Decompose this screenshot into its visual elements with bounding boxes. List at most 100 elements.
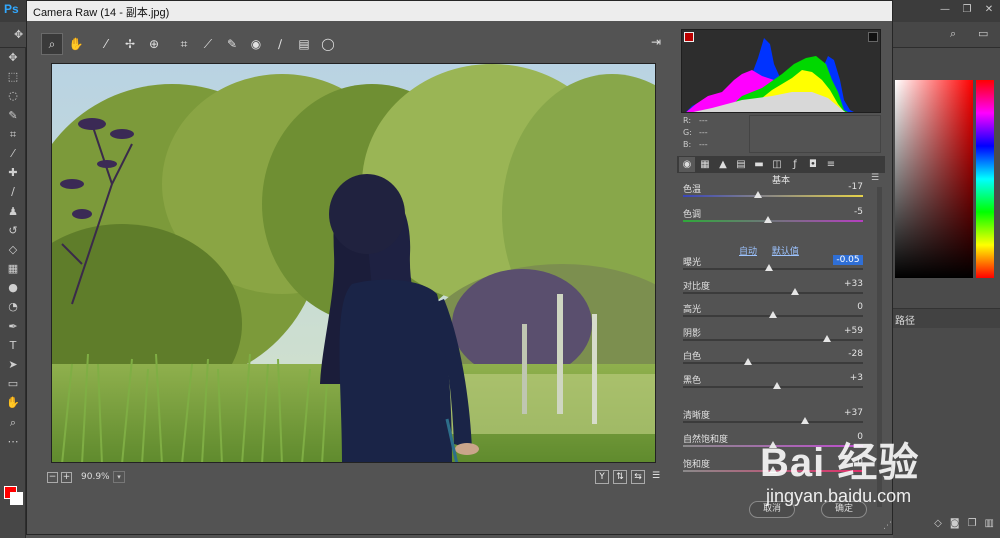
highlight-clipping-warning[interactable] (868, 32, 878, 42)
slider-track[interactable] (683, 362, 863, 364)
marquee-tool-icon[interactable]: ⬚ (0, 67, 26, 86)
slider-track[interactable] (683, 421, 863, 423)
brush-tool-icon[interactable]: ∕ (0, 182, 26, 201)
auto-link[interactable]: 自动 (739, 247, 757, 257)
eraser-tool-icon[interactable]: ◇ (0, 240, 26, 259)
zoom-tool-icon[interactable]: ⌕ (41, 33, 63, 55)
slider-value[interactable]: +37 (833, 408, 863, 418)
tab-detail-icon[interactable]: ▲ (715, 157, 731, 172)
r-label: R: (683, 116, 692, 125)
adjustment-brush-icon[interactable]: ∕ (269, 33, 291, 55)
tab-tone-curve-icon[interactable]: ▦ (697, 157, 713, 172)
stamp-tool-icon[interactable]: ♟ (0, 202, 26, 221)
hand-tool-icon[interactable]: ✋ (0, 393, 26, 412)
red-eye-tool-icon[interactable]: ◉ (245, 33, 267, 55)
shape-tool-icon[interactable]: ▭ (0, 374, 26, 393)
hue-slider[interactable] (976, 80, 994, 278)
pen-tool-icon[interactable]: ✒ (0, 317, 26, 336)
slider-value[interactable]: +33 (833, 279, 863, 289)
camera-raw-toolbar: ⌕ ✋ ⁄ ✢ ⊕ ⌗ ⟋ ✎ ◉ ∕ ▤ ◯ (41, 31, 671, 57)
tab-camera-calibration-icon[interactable]: ◘ (805, 157, 821, 172)
preview-preferences-icon[interactable]: ☰ (649, 470, 663, 484)
slider-clarity: 清晰度 +37 (683, 408, 863, 430)
auto-default-row: 自动 默认值 (739, 244, 811, 257)
color-sampler-tool-icon[interactable]: ✢ (119, 33, 141, 55)
history-brush-icon[interactable]: ↺ (0, 221, 26, 240)
close-app-button[interactable]: ✕ (978, 3, 1000, 17)
lasso-tool-icon[interactable]: ◌ (0, 86, 26, 105)
slider-value[interactable]: 0 (833, 302, 863, 312)
more-tools-icon[interactable]: ⋯ (0, 432, 26, 451)
tab-hsl-icon[interactable]: ▤ (733, 157, 749, 172)
move-tool-icon[interactable]: ✥ (0, 48, 26, 67)
tab-split-toning-icon[interactable]: ▬ (751, 157, 767, 172)
restore-button[interactable]: ❐ (956, 3, 978, 17)
white-balance-tool-icon[interactable]: ⁄ (95, 33, 117, 55)
slider-handle[interactable] (801, 417, 810, 424)
slider-value[interactable]: -0.05 (833, 255, 863, 265)
slider-track[interactable] (683, 339, 863, 341)
slider-value[interactable]: +3 (833, 373, 863, 383)
zoom-in-button[interactable]: + (61, 472, 72, 483)
eyedropper-tool-icon[interactable]: ⁄ (0, 144, 26, 163)
healing-tool-icon[interactable]: ✚ (0, 163, 26, 182)
tab-basic-icon[interactable]: ◉ (679, 157, 695, 172)
slider-value[interactable]: -5 (833, 207, 863, 217)
search-icon[interactable]: ⌕ (950, 27, 956, 41)
slider-label: 黑色 (683, 376, 702, 386)
preview-image[interactable] (51, 63, 656, 463)
slider-track[interactable] (683, 292, 863, 294)
hand-tool-icon[interactable]: ✋ (65, 33, 87, 55)
open-preferences-icon[interactable]: ⇥ (647, 35, 665, 53)
workspace-icon[interactable]: ▭ (978, 27, 988, 40)
histogram (681, 29, 881, 113)
tab-presets-icon[interactable]: ≡ (823, 157, 839, 172)
slider-handle[interactable] (790, 288, 799, 295)
g-value: --- (699, 128, 708, 137)
paths-panel-tab[interactable]: 路径 (893, 308, 1000, 328)
crop-tool-icon[interactable]: ⌗ (173, 33, 195, 55)
watermark-logo: Bai 经验 (760, 441, 920, 485)
zoom-dropdown[interactable]: ▾ (113, 471, 125, 483)
swap-settings-icon[interactable]: ⇅ (613, 470, 627, 484)
slider-track[interactable] (683, 220, 863, 222)
slider-handle[interactable] (763, 216, 772, 223)
slider-handle[interactable] (743, 358, 752, 365)
graduated-filter-icon[interactable]: ▤ (293, 33, 315, 55)
color-picker-field[interactable] (895, 80, 973, 278)
gradient-tool-icon[interactable]: ▦ (0, 259, 26, 278)
rgb-readout: R: --- G: --- B: --- (683, 115, 743, 151)
slider-handle[interactable] (823, 335, 831, 342)
shadow-clipping-warning[interactable] (684, 32, 694, 42)
slider-handle[interactable] (753, 191, 762, 198)
radial-filter-icon[interactable]: ◯ (317, 33, 339, 55)
move-tool-icon[interactable]: ✥ (14, 28, 23, 41)
slider-handle[interactable] (772, 382, 781, 389)
background-color-swatch[interactable] (10, 492, 23, 505)
tab-lens-corrections-icon[interactable]: ◫ (769, 157, 785, 172)
minimize-button[interactable]: — (934, 3, 956, 17)
slider-value[interactable]: -28 (833, 349, 863, 359)
straighten-tool-icon[interactable]: ⟋ (197, 33, 219, 55)
spot-removal-tool-icon[interactable]: ✎ (221, 33, 243, 55)
zoom-out-button[interactable]: − (47, 472, 58, 483)
zoom-tool-icon[interactable]: ⌕ (0, 413, 26, 432)
crop-tool-icon[interactable]: ⌗ (0, 125, 26, 144)
copy-settings-icon[interactable]: ⇆ (631, 470, 645, 484)
slider-handle[interactable] (765, 264, 774, 271)
type-tool-icon[interactable]: T (0, 336, 26, 355)
tab-effects-icon[interactable]: ƒ (787, 157, 803, 172)
panel-menu-icon[interactable]: ☰ (871, 173, 879, 183)
blur-tool-icon[interactable]: ● (0, 278, 26, 297)
quick-select-tool-icon[interactable]: ✎ (0, 106, 26, 125)
slider-value[interactable]: +59 (833, 326, 863, 336)
slider-value[interactable]: -17 (833, 182, 863, 192)
dodge-tool-icon[interactable]: ◔ (0, 297, 26, 316)
path-select-tool-icon[interactable]: ➤ (0, 355, 26, 374)
default-link[interactable]: 默认值 (772, 247, 799, 257)
status-bar: − + 90.9% ▾ Y ⇅ ⇆ ☰ (41, 469, 671, 487)
slider-handle[interactable] (769, 311, 777, 318)
targeted-adjustment-tool-icon[interactable]: ⊕ (143, 33, 165, 55)
slider-track[interactable] (683, 195, 863, 197)
before-after-toggle[interactable]: Y (595, 470, 609, 484)
